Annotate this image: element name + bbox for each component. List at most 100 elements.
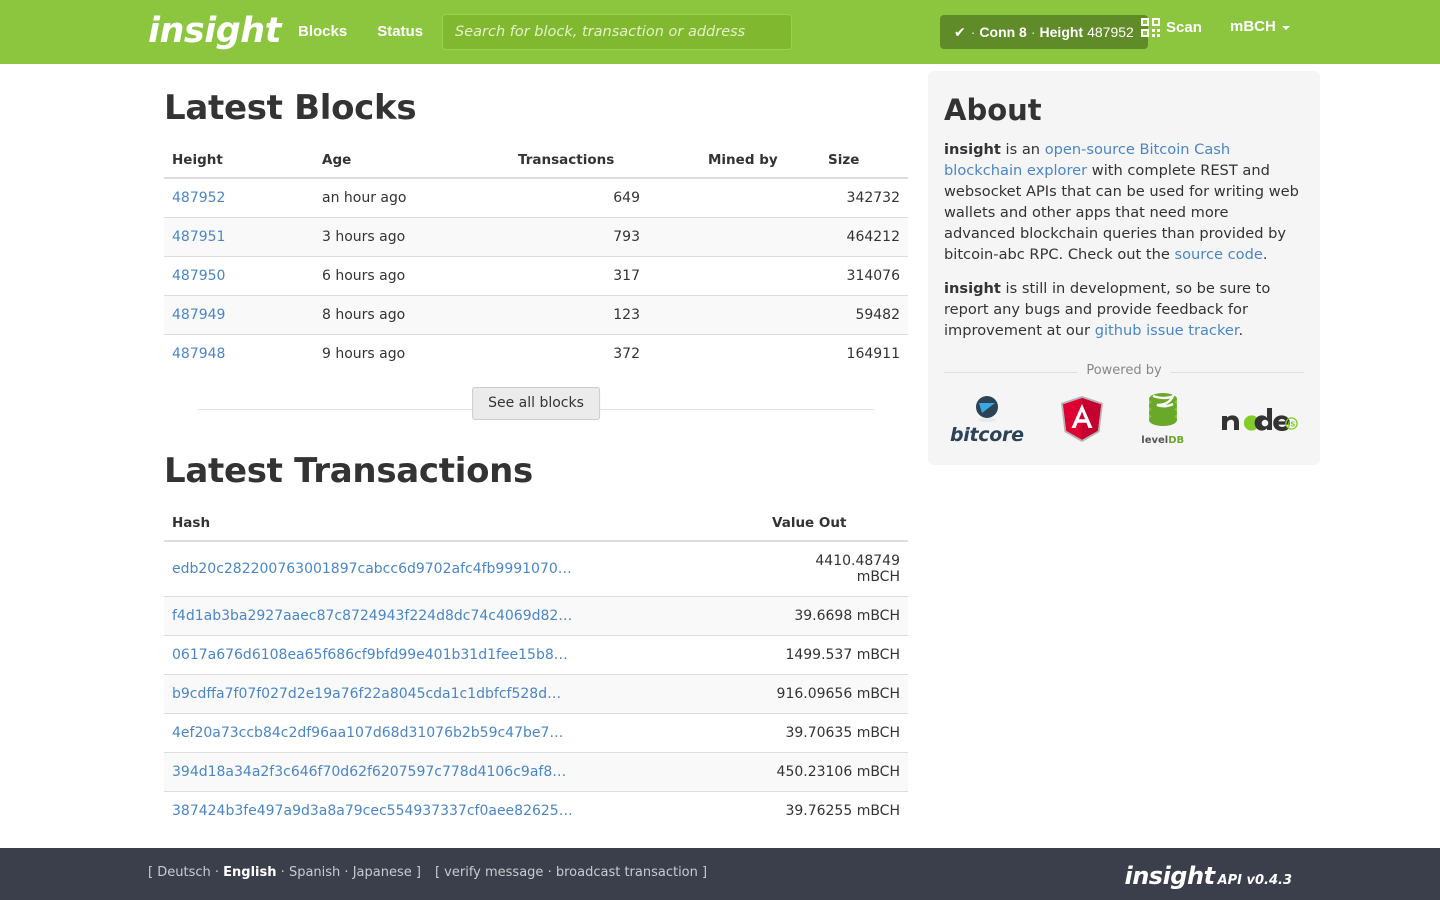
bracket-open: [ <box>148 865 154 880</box>
table-row: 0617a676d6108ea65f686cf9bfd99e401b31d1fe… <box>164 635 908 675</box>
tx-hash-cell: 387424b3fe497a9d3a8a79cec554937337cf0aee… <box>164 791 764 830</box>
footer-dot: · <box>547 865 552 880</box>
column-header-hash: Hash <box>164 507 764 542</box>
bitcore-wordmark: bitcore <box>950 423 1024 446</box>
nav-link-blocks[interactable]: Blocks <box>283 0 362 64</box>
source-code-link[interactable]: source code <box>1175 246 1263 263</box>
block-size-cell: 342732 <box>820 177 908 218</box>
tx-hash-cell: f4d1ab3ba2927aaec87c8724943f224d8dc74c40… <box>164 596 764 636</box>
table-row: edb20c282200763001897cabcc6d9702afc4fb99… <box>164 540 908 597</box>
latest-blocks-body: 487952 an hour ago 649 342732 487951 3 h… <box>164 177 908 373</box>
github-issue-tracker-link[interactable]: github issue tracker <box>1095 322 1239 339</box>
column-header-age: Age <box>314 144 510 179</box>
tx-hash-link[interactable]: 394d18a34a2f3c646f70d62f6207597c778d4106… <box>172 764 566 780</box>
status-separator-1: · <box>970 24 976 40</box>
latest-transactions-body: edb20c282200763001897cabcc6d9702afc4fb99… <box>164 540 908 830</box>
block-height-link[interactable]: 487949 <box>172 307 225 323</box>
search-container <box>442 14 792 50</box>
block-height-label: Height <box>1039 24 1084 40</box>
sidebar-column: About insight is an open-source Bitcoin … <box>928 71 1320 465</box>
block-transactions-cell: 649 <box>510 177 700 218</box>
block-height-link[interactable]: 487948 <box>172 346 225 362</box>
status-badge[interactable]: ✔ · Conn 8 · Height 487952 <box>940 15 1148 49</box>
currency-label: mBCH <box>1230 18 1276 35</box>
search-input[interactable] <box>442 14 792 50</box>
brand-logo[interactable]: insight <box>148 8 281 54</box>
see-all-blocks-button[interactable]: See all blocks <box>472 387 600 421</box>
column-header-height: Height <box>164 144 314 179</box>
column-header-mined-by: Mined by <box>700 144 820 179</box>
nodejs-wordmark-icon: JS <box>1222 408 1298 431</box>
block-transactions-cell: 793 <box>510 217 700 257</box>
scan-label: Scan <box>1166 19 1202 36</box>
currency-dropdown[interactable]: mBCH <box>1230 18 1290 35</box>
block-transactions-cell: 372 <box>510 334 700 373</box>
top-navbar: insight Blocks Status ✔ · Conn 8 · Heigh… <box>0 0 1440 64</box>
tx-hash-link[interactable]: f4d1ab3ba2927aaec87c8724943f224d8dc74c40… <box>172 608 572 624</box>
block-height-link[interactable]: 487951 <box>172 229 225 245</box>
footer-brand-name: insight <box>1124 862 1215 890</box>
block-age-cell: 3 hours ago <box>314 217 510 257</box>
block-age-cell: 9 hours ago <box>314 334 510 373</box>
footer-api-version: API v0.4.3 <box>1217 873 1292 888</box>
about-brand-2: insight <box>944 280 1001 297</box>
table-row: f4d1ab3ba2927aaec87c8724943f224d8dc74c40… <box>164 596 908 636</box>
about-brand-1: insight <box>944 141 1001 158</box>
tx-hash-cell: edb20c282200763001897cabcc6d9702afc4fb99… <box>164 540 764 597</box>
footer-verify-message[interactable]: verify message <box>444 865 543 880</box>
block-height-value: 487952 <box>1087 24 1134 40</box>
footer-broadcast-transaction[interactable]: broadcast transaction <box>556 865 698 880</box>
tx-hash-cell: 4ef20a73ccb84c2df96aa107d68d31076b2b59c4… <box>164 713 764 753</box>
table-row: 487948 9 hours ago 372 164911 <box>164 334 908 373</box>
leveldb-wordmark: levelDB <box>1141 435 1184 446</box>
footer-lang-spanish[interactable]: Spanish <box>289 865 340 880</box>
tx-hash-link[interactable]: b9cdffa7f07f027d2e19a76f22a8045cda1c1dbf… <box>172 686 561 702</box>
tx-hash-cell: b9cdffa7f07f027d2e19a76f22a8045cda1c1dbf… <box>164 674 764 714</box>
qr-code-icon <box>1141 18 1160 37</box>
column-header-transactions: Transactions <box>510 144 700 179</box>
tx-hash-link[interactable]: 4ef20a73ccb84c2df96aa107d68d31076b2b59c4… <box>172 725 563 741</box>
nodejs-logo[interactable]: JS <box>1220 406 1298 432</box>
tx-value-out-cell: 39.70635 mBCH <box>764 713 908 753</box>
page-content: Latest Blocks Height Age Transactions Mi… <box>0 64 1440 848</box>
latest-blocks-table: Height Age Transactions Mined by Size 48… <box>164 144 908 373</box>
tx-hash-link[interactable]: 387424b3fe497a9d3a8a79cec554937337cf0aee… <box>172 803 573 819</box>
table-row: 487951 3 hours ago 793 464212 <box>164 217 908 257</box>
nav-links: Blocks Status <box>283 0 438 64</box>
check-icon: ✔ <box>954 23 966 40</box>
block-mined-by-cell <box>700 256 820 296</box>
column-header-size: Size <box>820 144 908 179</box>
footer-links: [ Deutsch · English · Spanish · Japanese… <box>148 865 721 880</box>
block-mined-by-cell <box>700 295 820 335</box>
bitcore-logo[interactable]: bitcore <box>950 393 1024 446</box>
footer-dot: · <box>280 865 285 880</box>
angular-logo[interactable] <box>1059 395 1105 443</box>
footer-lang-english[interactable]: English <box>223 865 276 880</box>
block-height-cell: 487949 <box>164 295 314 335</box>
footer-lang-japanese[interactable]: Japanese <box>353 865 412 880</box>
footer-brand: insight API v0.4.3 <box>1124 862 1292 890</box>
leveldb-logo[interactable]: levelDB <box>1141 392 1184 446</box>
tx-hash-link[interactable]: edb20c282200763001897cabcc6d9702afc4fb99… <box>172 561 572 577</box>
block-height-link[interactable]: 487950 <box>172 268 225 284</box>
main-column: Latest Blocks Height Age Transactions Mi… <box>164 64 912 830</box>
scan-button[interactable]: Scan <box>1141 18 1202 37</box>
nav-link-status[interactable]: Status <box>362 0 438 64</box>
tx-value-out-cell: 450.23106 mBCH <box>764 752 908 792</box>
leveldb-text-b: DB <box>1168 435 1185 446</box>
block-height-link[interactable]: 487952 <box>172 190 225 206</box>
table-row: 487949 8 hours ago 123 59482 <box>164 295 908 335</box>
bracket-close: ] <box>702 865 708 880</box>
tx-hash-link[interactable]: 0617a676d6108ea65f686cf9bfd99e401b31d1fe… <box>172 647 568 663</box>
see-all-blocks-divider: See all blocks <box>164 387 908 433</box>
footer-lang-deutsch[interactable]: Deutsch <box>157 865 211 880</box>
block-size-cell: 59482 <box>820 295 908 335</box>
about-title: About <box>944 93 1042 127</box>
about-panel: About insight is an open-source Bitcoin … <box>928 71 1320 465</box>
chevron-down-icon <box>1281 25 1290 30</box>
block-mined-by-cell <box>700 334 820 373</box>
tx-value-out-cell: 39.6698 mBCH <box>764 596 908 636</box>
about-text-1c: . <box>1262 246 1268 263</box>
block-age-cell: an hour ago <box>314 177 510 218</box>
column-header-value-out: Value Out <box>764 507 908 542</box>
